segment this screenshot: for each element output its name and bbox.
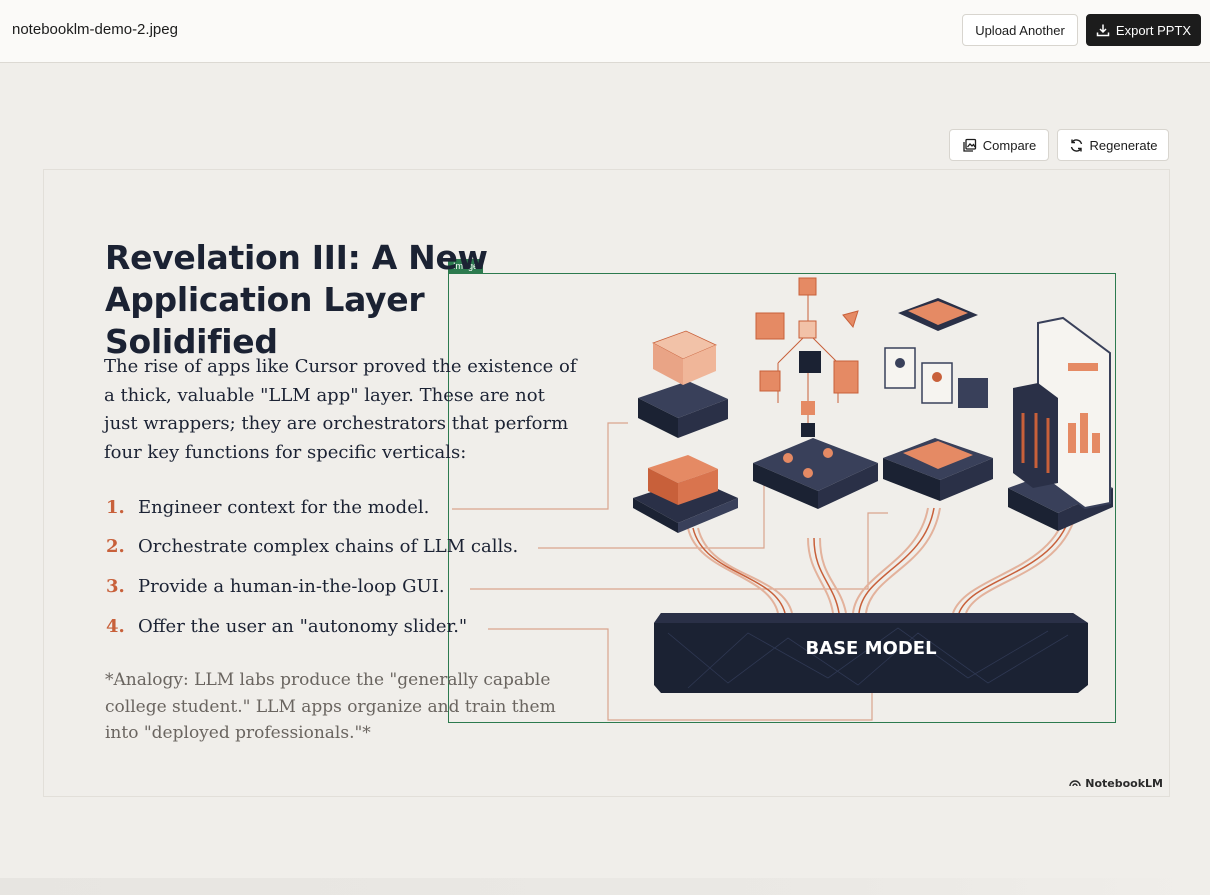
regenerate-label: Regenerate <box>1089 137 1158 153</box>
brand-label: NotebookLM <box>1085 777 1163 790</box>
file-name: notebooklm-demo-2.jpeg <box>12 21 178 38</box>
list-text: Offer the user an "autonomy slider." <box>138 616 468 637</box>
compare-icon <box>962 138 977 153</box>
list-text: Orchestrate complex chains of LLM calls. <box>138 536 519 557</box>
list-item-2[interactable]: 2. Orchestrate complex chains of LLM call… <box>106 536 518 557</box>
slide-intro-text[interactable]: The rise of apps like Cursor proved the … <box>104 353 584 467</box>
export-pptx-button[interactable]: Export PPTX <box>1086 14 1201 46</box>
list-number: 4. <box>106 616 125 637</box>
export-pptx-label: Export PPTX <box>1115 22 1192 38</box>
notebooklm-watermark: NotebookLM <box>1069 777 1163 790</box>
list-number: 1. <box>106 497 125 518</box>
top-bar: notebooklm-demo-2.jpeg Upload Another Ex… <box>0 0 1210 63</box>
notebooklm-logo-icon <box>1069 777 1081 790</box>
list-text: Provide a human-in-the-loop GUI. <box>138 576 445 597</box>
upload-another-label: Upload Another <box>975 22 1065 38</box>
analogy-note[interactable]: *Analogy: LLM labs produce the "generall… <box>105 667 575 747</box>
download-icon <box>1096 23 1110 37</box>
slide-title[interactable]: Revelation III: A New Application Layer … <box>105 237 605 363</box>
refresh-icon <box>1069 138 1084 153</box>
compare-button[interactable]: Compare <box>949 129 1049 161</box>
list-number: 2. <box>106 536 125 557</box>
compare-label: Compare <box>982 137 1037 153</box>
bottom-scroll-shadow <box>0 878 1210 895</box>
list-item-3[interactable]: 3. Provide a human-in-the-loop GUI. <box>106 576 445 597</box>
upload-another-button[interactable]: Upload Another <box>962 14 1078 46</box>
regenerate-button[interactable]: Regenerate <box>1057 129 1169 161</box>
slide-canvas[interactable]: BASE MODEL Image Revelation III: A New A… <box>43 169 1170 797</box>
list-item-4[interactable]: 4. Offer the user an "autonomy slider." <box>106 616 467 637</box>
list-item-1[interactable]: 1. Engineer context for the model. <box>106 497 429 518</box>
list-number: 3. <box>106 576 125 597</box>
list-text: Engineer context for the model. <box>138 497 430 518</box>
